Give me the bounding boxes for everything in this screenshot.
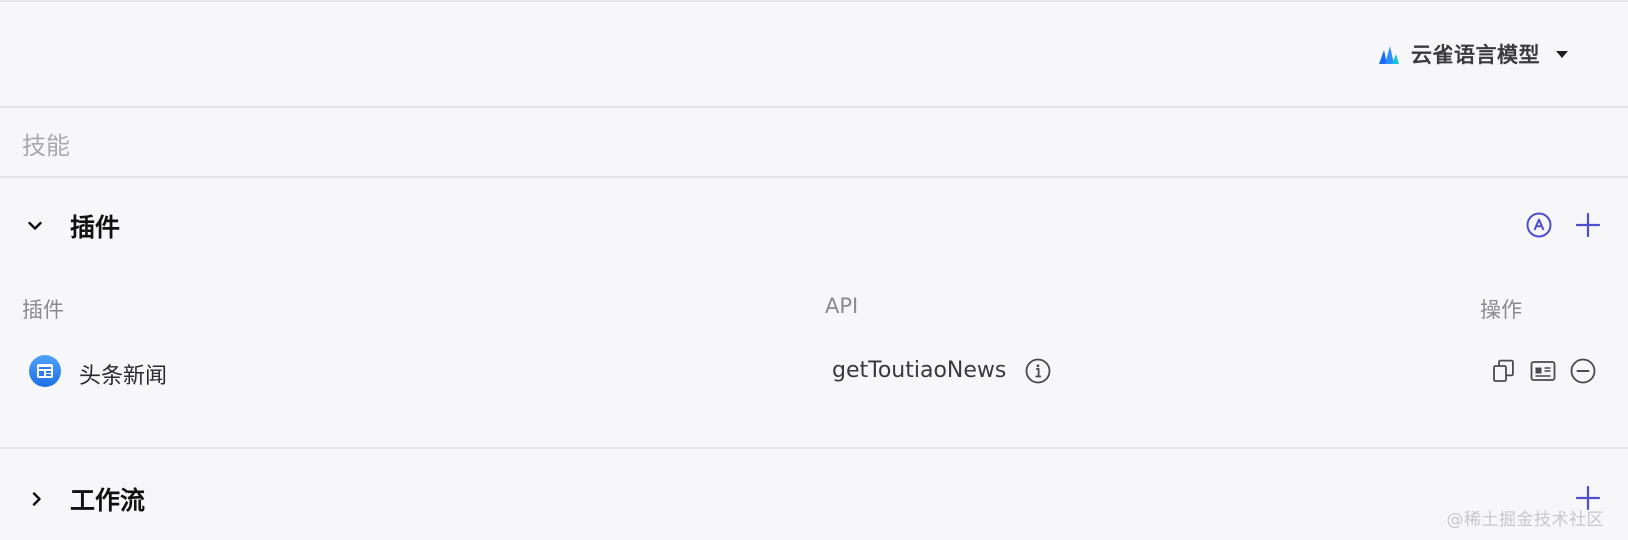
plugin-table-header: 插件 API 操作 [0, 294, 1628, 324]
watermark: @稀土掘金技术社区 [1446, 510, 1604, 530]
model-logo-icon [1377, 42, 1401, 66]
api-name: getToutiaoNews [832, 358, 1007, 383]
copy-icon[interactable] [1491, 358, 1517, 384]
chevron-down-icon[interactable] [28, 218, 42, 232]
skill-section: 技能 [0, 108, 1628, 178]
model-selector[interactable]: 云雀语言模型 [1377, 39, 1568, 69]
column-header-plugin: 插件 [22, 298, 64, 322]
plus-icon[interactable] [1574, 211, 1602, 239]
table-row: 头条新闻 getToutiaoNews [0, 352, 1628, 392]
workflow-section-title: 工作流 [70, 486, 146, 515]
model-name: 云雀语言模型 [1411, 43, 1540, 67]
plugin-name: 头条新闻 [79, 364, 168, 389]
column-header-api: API [825, 294, 859, 318]
news-icon [28, 354, 62, 388]
auto-circle-icon[interactable] [1525, 211, 1553, 239]
plugin-section-header[interactable]: 插件 [0, 178, 1628, 272]
top-bar: 云雀语言模型 [0, 0, 1628, 108]
card-icon[interactable] [1529, 358, 1557, 384]
chevron-right-icon[interactable] [30, 491, 44, 506]
caret-down-icon [1556, 50, 1568, 58]
remove-circle-icon[interactable] [1569, 357, 1597, 385]
skill-section-title: 技能 [22, 132, 70, 160]
info-icon[interactable] [1024, 357, 1052, 385]
column-header-actions: 操作 [1480, 298, 1522, 322]
workflow-section-header[interactable]: 工作流 [0, 449, 1628, 540]
plugin-section-title: 插件 [70, 213, 121, 242]
